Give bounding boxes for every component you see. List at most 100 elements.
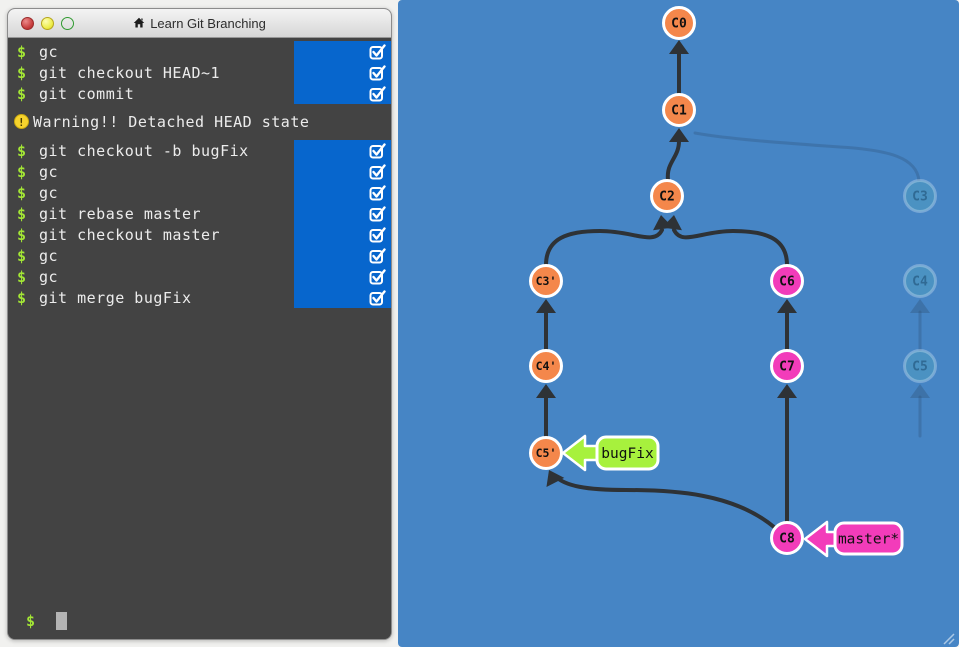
prompt-symbol: $ [8, 64, 39, 82]
terminal-command-row: $gc [8, 41, 391, 62]
command-history-block: $git checkout -b bugFix$gc$gc$git rebase… [8, 140, 391, 308]
resize-grip-icon[interactable] [944, 634, 954, 644]
prompt-symbol: $ [8, 289, 39, 307]
prompt-symbol: $ [8, 247, 39, 265]
prompt-symbol: $ [8, 268, 39, 286]
command-text: git checkout -b bugFix [39, 142, 294, 160]
branch-label-text: master* [838, 532, 899, 548]
ghost-commit-edge [695, 133, 919, 181]
checkmark-box-icon [369, 205, 386, 222]
commit-edge [555, 476, 774, 527]
terminal-command-row: $gc [8, 266, 391, 287]
command-history-block: $gc$git checkout HEAD~1$git commit [8, 41, 391, 104]
terminal-command-row: $git commit [8, 83, 391, 104]
checkmark-box-icon [369, 247, 386, 264]
block-cursor [56, 612, 67, 630]
command-text: gc [39, 43, 294, 61]
terminal-command-row: $gc [8, 182, 391, 203]
commit-label: C6 [779, 275, 795, 290]
command-status-cell [294, 245, 391, 266]
edge-arrowhead [536, 384, 556, 398]
terminal-command-row: $gc [8, 245, 391, 266]
ghost-commit-label: C4 [912, 275, 928, 290]
edge-arrowhead [536, 299, 556, 313]
ghost-commit-label: C5 [912, 360, 928, 375]
command-text: gc [39, 163, 294, 181]
command-status-cell [294, 287, 391, 308]
terminal-command-row: $git checkout HEAD~1 [8, 62, 391, 83]
branch-label-text: bugFix [601, 446, 654, 462]
checkmark-box-icon [369, 142, 386, 159]
prompt-symbol: $ [8, 163, 39, 181]
command-status-cell [294, 83, 391, 104]
command-status-cell [294, 161, 391, 182]
command-text: gc [39, 268, 294, 286]
checkmark-box-icon [369, 85, 386, 102]
git-graph-canvas[interactable]: C3C4C5C0C1C2C3'C4'C5'C6C7C8bugFixmaster* [398, 0, 959, 647]
terminal-command-row: $gc [8, 161, 391, 182]
warning-text: Warning!! Detached HEAD state [33, 113, 309, 131]
command-status-cell [294, 203, 391, 224]
terminal-window: Learn Git Branching $gc$git checkout HEA… [7, 8, 392, 640]
prompt-symbol: $ [8, 43, 39, 61]
command-text: git checkout HEAD~1 [39, 64, 294, 82]
prompt-symbol: $ [8, 85, 39, 103]
prompt-symbol: $ [8, 205, 39, 223]
warning-icon: ! [14, 114, 29, 129]
commit-label: C1 [671, 104, 687, 119]
edge-arrowhead [777, 384, 797, 398]
terminal-command-row: $git merge bugFix [8, 287, 391, 308]
command-status-cell [294, 224, 391, 245]
minimize-button[interactable] [41, 17, 54, 30]
checkmark-box-icon [369, 163, 386, 180]
window-titlebar[interactable]: Learn Git Branching [8, 9, 391, 38]
commit-tree: C3C4C5C0C1C2C3'C4'C5'C6C7C8bugFixmaster* [398, 0, 959, 647]
prompt-symbol: $ [8, 184, 39, 202]
command-text: gc [39, 247, 294, 265]
terminal-command-row: $git checkout -b bugFix [8, 140, 391, 161]
checkmark-box-icon [369, 184, 386, 201]
checkmark-box-icon [369, 64, 386, 81]
prompt-symbol: $ [8, 142, 39, 160]
terminal-command-row: $git rebase master [8, 203, 391, 224]
branch-arrow-icon [563, 436, 599, 470]
checkmark-box-icon [369, 268, 386, 285]
resize-grip-icon[interactable] [949, 639, 954, 644]
command-text: git commit [39, 85, 294, 103]
commit-label: C2 [659, 190, 675, 205]
command-status-cell [294, 140, 391, 161]
commit-label: C4' [536, 359, 557, 373]
edge-arrowhead [669, 128, 689, 142]
commit-edge [546, 230, 662, 265]
prompt-symbol: $ [8, 226, 39, 244]
command-status-cell [294, 62, 391, 83]
commit-edge [668, 141, 679, 180]
edge-arrowhead [777, 299, 797, 313]
zoom-button[interactable] [61, 17, 74, 30]
warning-message: ! Warning!! Detached HEAD state [8, 111, 391, 132]
terminal[interactable]: $gc$git checkout HEAD~1$git commit ! War… [8, 38, 391, 639]
prompt-symbol: $ [17, 612, 48, 630]
ghost-edge-arrowhead [910, 384, 930, 398]
terminal-command-row: $git checkout master [8, 224, 391, 245]
checkmark-box-icon [369, 226, 386, 243]
window-title-text: Learn Git Branching [150, 16, 266, 31]
command-text: git rebase master [39, 205, 294, 223]
command-text: gc [39, 184, 294, 202]
commit-edge [674, 230, 787, 265]
commit-label: C8 [779, 532, 795, 547]
command-status-cell [294, 41, 391, 62]
home-icon [133, 17, 145, 29]
command-text: git checkout master [39, 226, 294, 244]
command-status-cell [294, 266, 391, 287]
ghost-commit-label: C3 [912, 190, 928, 205]
ghost-edge-arrowhead [910, 299, 930, 313]
traffic-lights [21, 9, 74, 37]
terminal-input-line[interactable]: $ [17, 612, 67, 630]
close-button[interactable] [21, 17, 34, 30]
checkmark-box-icon [369, 289, 386, 306]
command-status-cell [294, 182, 391, 203]
commit-label: C3' [536, 274, 557, 288]
commit-label: C5' [536, 446, 557, 460]
checkmark-box-icon [369, 43, 386, 60]
